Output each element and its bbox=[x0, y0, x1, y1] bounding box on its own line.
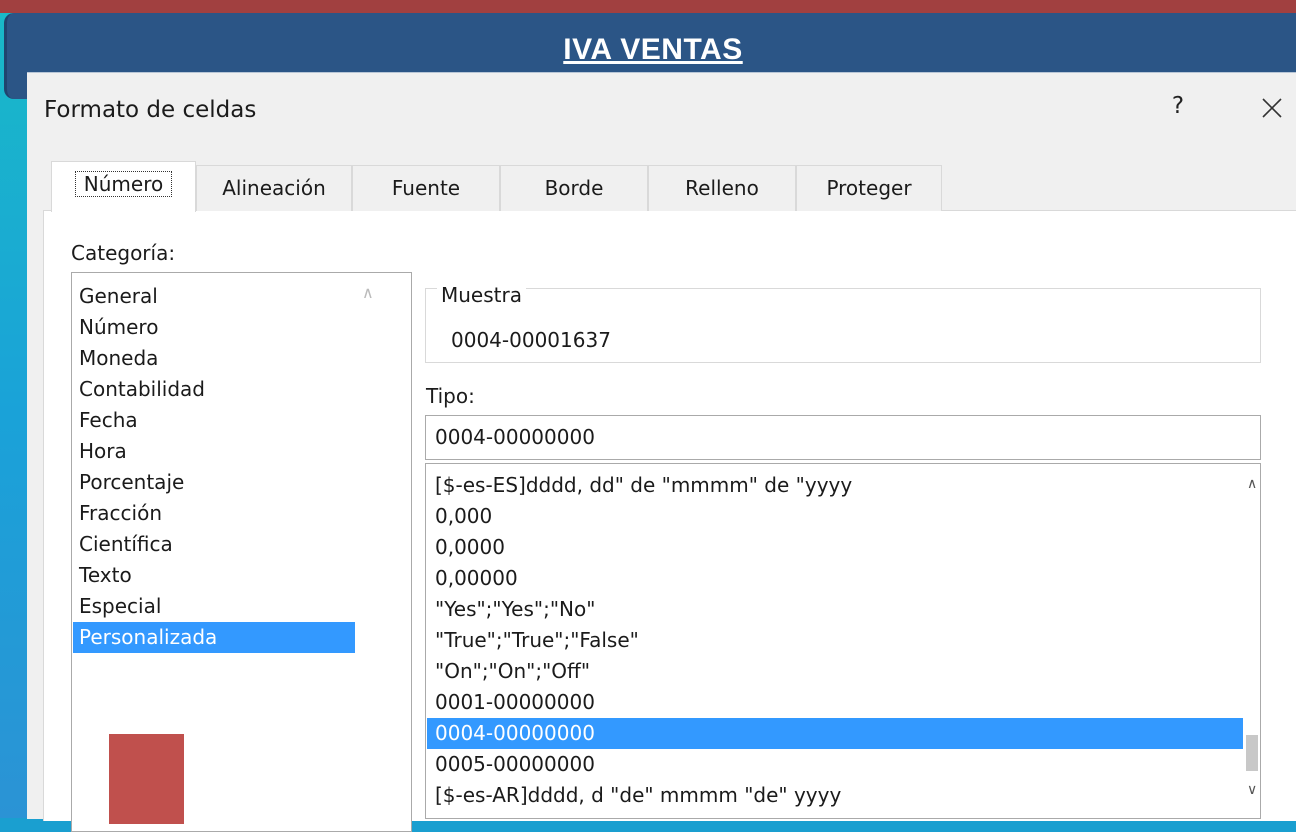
top-accent-strip bbox=[0, 0, 1296, 13]
chevron-down-icon[interactable]: ∨ bbox=[1247, 782, 1257, 798]
format-item[interactable]: 0,00000 bbox=[427, 563, 1243, 594]
category-item-hora[interactable]: Hora bbox=[73, 436, 355, 467]
tab-relleno[interactable]: Relleno bbox=[648, 165, 796, 211]
format-list[interactable]: [$-es-ES]dddd, dd" de "mmmm" de "yyyy 0,… bbox=[425, 463, 1261, 819]
chevron-up-icon[interactable]: ∧ bbox=[362, 283, 374, 302]
tab-fuente[interactable]: Fuente bbox=[352, 165, 500, 211]
format-item[interactable]: [$-es-ES]dddd, dd" de "mmmm" de "yyyy bbox=[427, 470, 1243, 501]
type-label: Tipo: bbox=[426, 384, 475, 408]
slide-decoration-shape bbox=[109, 734, 184, 824]
tab-borde[interactable]: Borde bbox=[500, 165, 648, 211]
format-item[interactable]: 0001-00000000 bbox=[427, 687, 1243, 718]
category-label: Categoría: bbox=[71, 241, 176, 265]
close-icon bbox=[1262, 98, 1282, 118]
category-item-especial[interactable]: Especial bbox=[73, 591, 355, 622]
format-cells-dialog: Formato de celdas ? Número Alineación Fu… bbox=[27, 72, 1296, 832]
category-item-fraccion[interactable]: Fracción bbox=[73, 498, 355, 529]
dialog-title: Formato de celdas bbox=[44, 97, 257, 123]
scrollbar-thumb[interactable] bbox=[1246, 735, 1258, 771]
category-item-personalizada[interactable]: Personalizada bbox=[73, 622, 355, 653]
category-item-texto[interactable]: Texto bbox=[73, 560, 355, 591]
category-item-cientifica[interactable]: Científica bbox=[73, 529, 355, 560]
format-item-selected[interactable]: 0004-00000000 bbox=[427, 718, 1243, 749]
help-button[interactable]: ? bbox=[1164, 93, 1192, 119]
tab-alineacion[interactable]: Alineación bbox=[196, 165, 352, 211]
format-item[interactable]: 0,0000 bbox=[427, 532, 1243, 563]
tab-numero[interactable]: Número bbox=[51, 161, 196, 212]
format-item[interactable]: 0,000 bbox=[427, 501, 1243, 532]
format-item[interactable]: "On";"On";"Off" bbox=[427, 656, 1243, 687]
format-item[interactable]: "True";"True";"False" bbox=[427, 625, 1243, 656]
close-button[interactable] bbox=[1255, 91, 1289, 125]
category-item-fecha[interactable]: Fecha bbox=[73, 405, 355, 436]
format-item[interactable]: [$-es-AR]dddd, d "de" mmmm "de" yyyy bbox=[427, 780, 1243, 811]
type-input[interactable]: 0004-00000000 bbox=[425, 415, 1261, 460]
tab-proteger[interactable]: Proteger bbox=[796, 165, 942, 211]
category-item-numero[interactable]: Número bbox=[73, 312, 355, 343]
category-item-porcentaje[interactable]: Porcentaje bbox=[73, 467, 355, 498]
sample-label: Muestra bbox=[437, 283, 526, 307]
category-item-contabilidad[interactable]: Contabilidad bbox=[73, 374, 355, 405]
chevron-up-icon[interactable]: ∧ bbox=[1247, 476, 1257, 492]
format-item[interactable]: "Yes";"Yes";"No" bbox=[427, 594, 1243, 625]
banner-title: IVA VENTAS bbox=[563, 33, 743, 66]
sample-value: 0004-00001637 bbox=[451, 328, 611, 352]
category-item-general[interactable]: General bbox=[73, 281, 355, 312]
format-item[interactable]: 0005-00000000 bbox=[427, 749, 1243, 780]
category-item-moneda[interactable]: Moneda bbox=[73, 343, 355, 374]
